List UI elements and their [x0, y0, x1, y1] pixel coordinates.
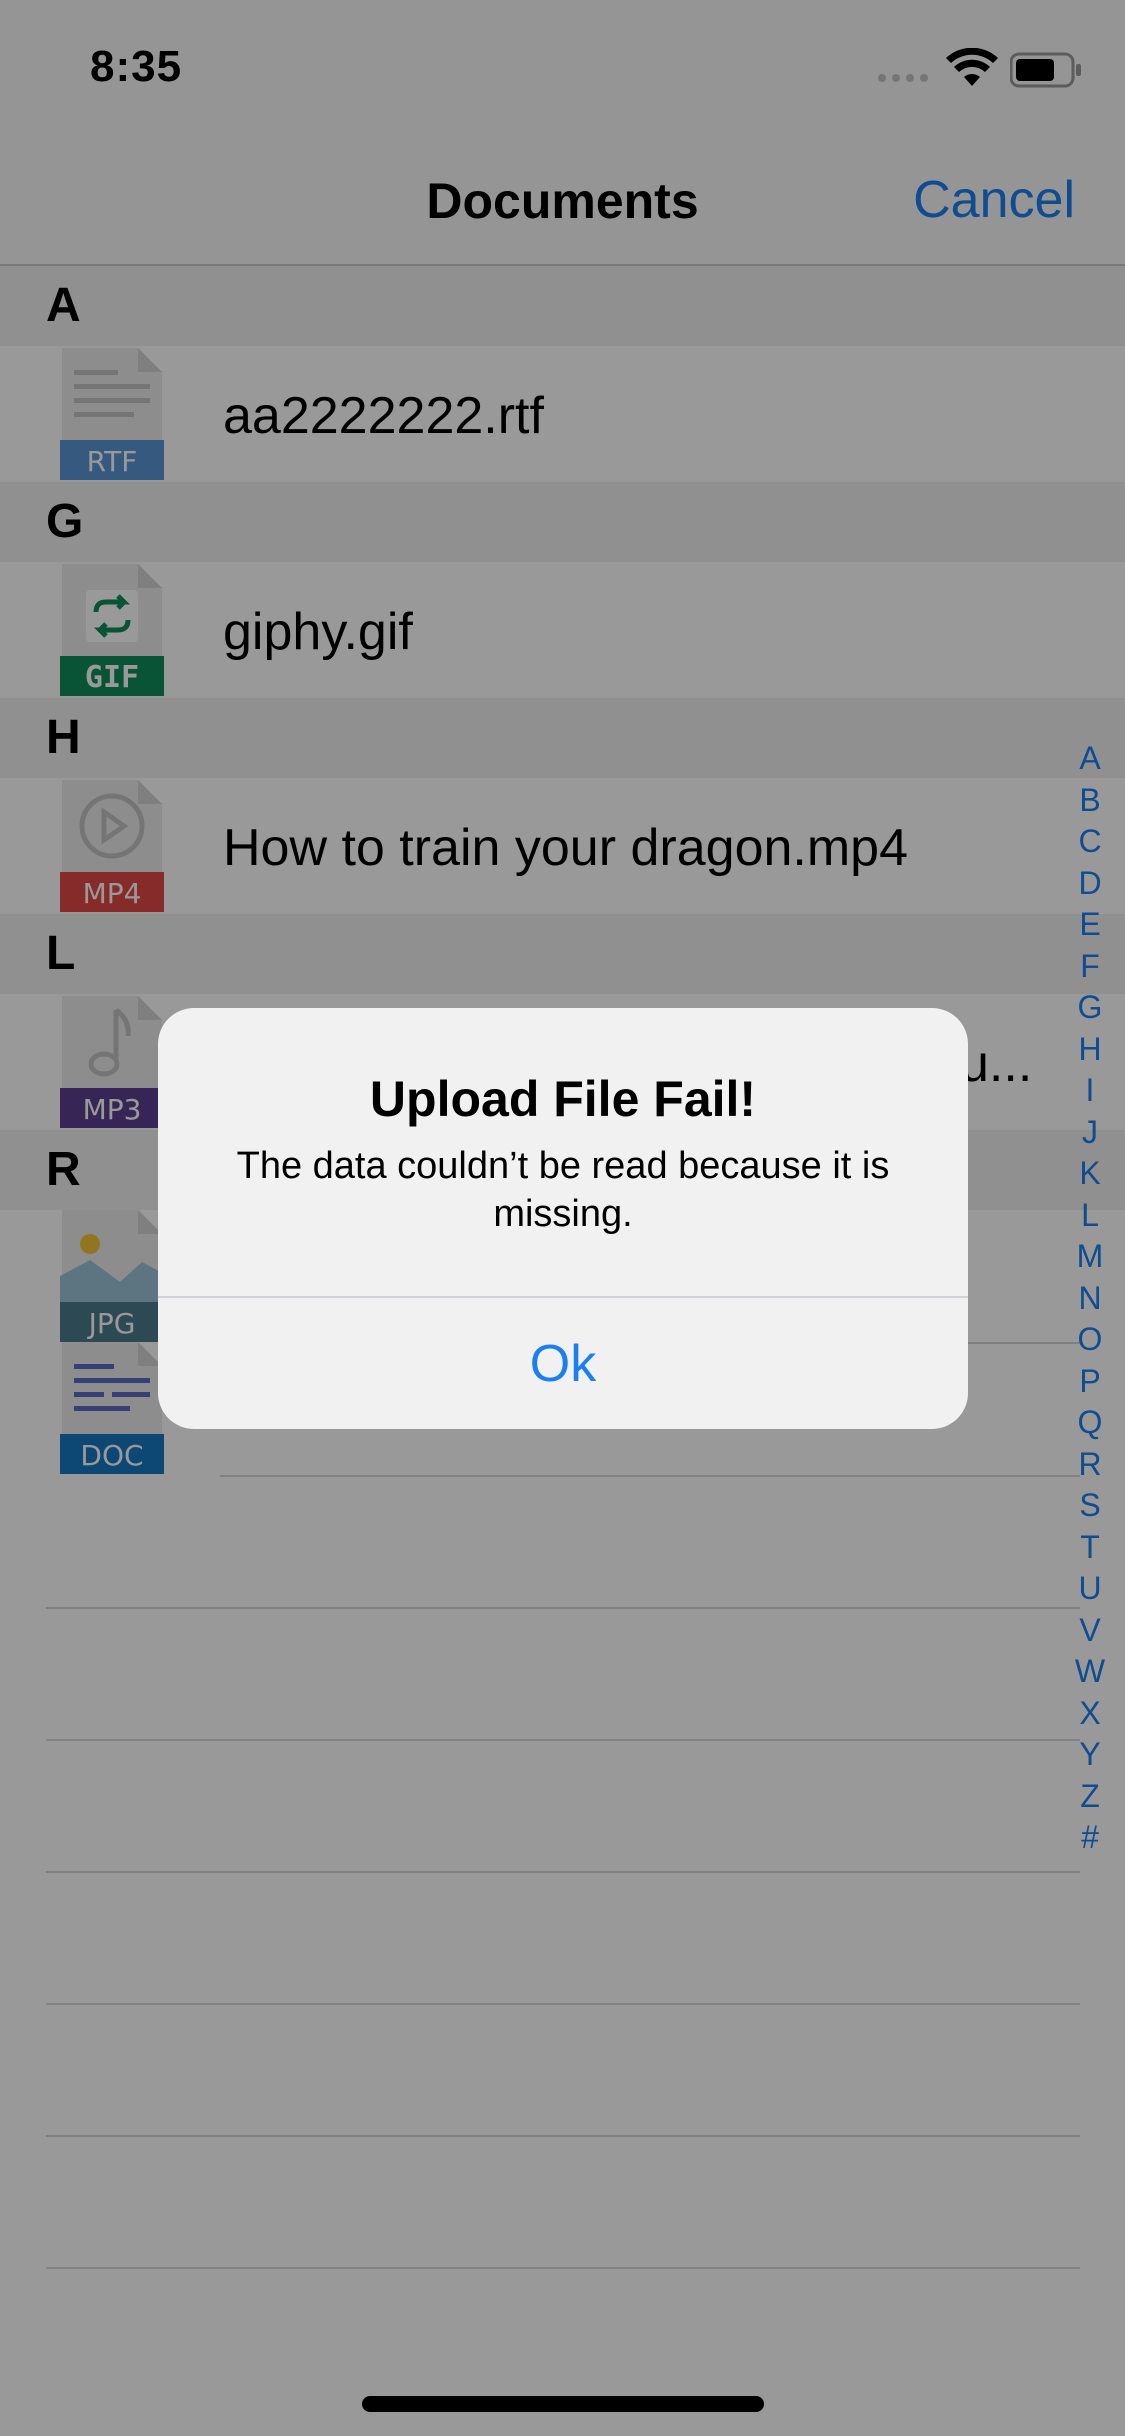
alert-title: Upload File Fail! — [369, 1071, 757, 1127]
ok-button[interactable]: Ok — [158, 1298, 968, 1429]
home-indicator[interactable] — [362, 2396, 764, 2412]
alert-dialog: Upload File Fail! The data couldn’t be r… — [158, 1008, 968, 1429]
alert-message: The data couldn’t be read because it is … — [236, 1145, 890, 1235]
